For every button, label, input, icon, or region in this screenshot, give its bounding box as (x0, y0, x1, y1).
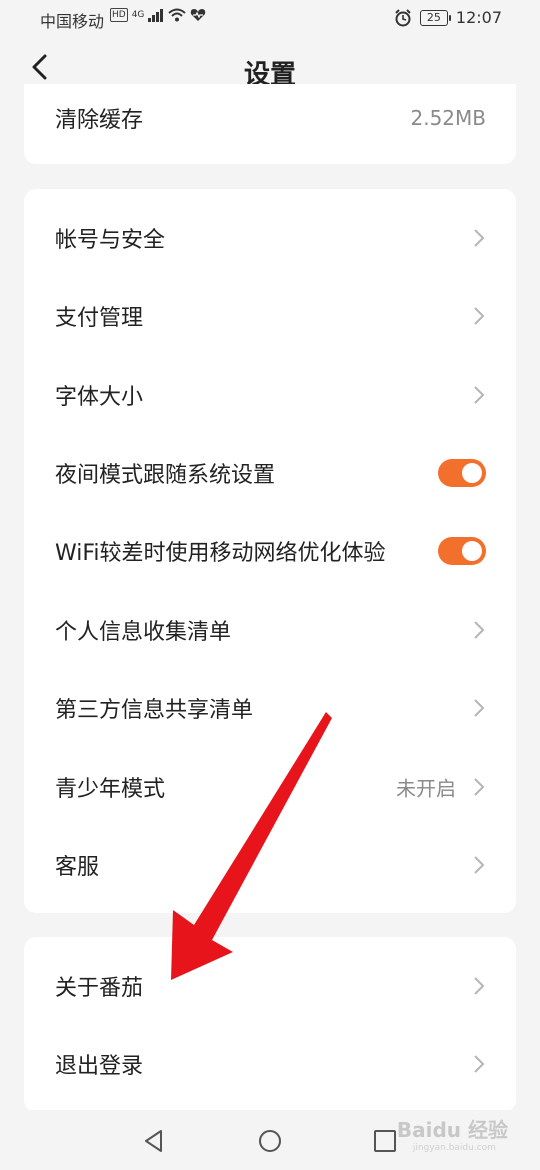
payment-management-row[interactable]: 支付管理 (24, 277, 516, 355)
watermark-sub: jingyan.baidu.com (412, 1143, 496, 1153)
back-triangle-icon[interactable] (141, 1128, 167, 1154)
font-size-row[interactable]: 字体大小 (24, 356, 516, 434)
row-label: 青少年模式 (55, 777, 166, 802)
row-label: 字体大小 (55, 385, 144, 410)
clear-cache-row[interactable]: 清除缓存 2.52MB (24, 84, 516, 152)
row-label: 支付管理 (55, 306, 144, 331)
chevron-right-icon (474, 386, 485, 404)
chevron-right-icon (474, 621, 485, 639)
night-mode-toggle[interactable] (438, 459, 486, 487)
status-bar: 中国移动 HD 4G 25 12:07 (0, 0, 540, 36)
network-type: 4G (131, 10, 145, 20)
carrier-name: 中国移动 (40, 12, 105, 31)
clear-cache-label: 清除缓存 (55, 108, 144, 133)
settings-card: 帐号与安全 支付管理 字体大小 夜间模式跟随系统设置 WiFi较差时使用移动网络… (24, 189, 516, 913)
chevron-right-icon (474, 856, 485, 874)
chevron-right-icon (474, 307, 485, 325)
row-label: 夜间模式跟随系统设置 (55, 463, 276, 488)
chevron-right-icon (474, 699, 485, 717)
row-label: 客服 (55, 855, 100, 880)
watermark-text: Baidu 经验 (396, 1118, 508, 1142)
account-security-row[interactable]: 帐号与安全 (24, 199, 516, 277)
wifi-icon (168, 8, 187, 22)
about-card: 关于番茄 退出登录 (24, 937, 516, 1112)
heart-rate-icon (191, 9, 206, 21)
home-circle-icon[interactable] (257, 1128, 283, 1154)
clock: 12:07 (455, 8, 502, 27)
chevron-right-icon (474, 1055, 485, 1073)
toggle-knob (462, 463, 482, 483)
toggle-knob (462, 541, 482, 561)
third-party-sharing-row[interactable]: 第三方信息共享清单 (24, 669, 516, 747)
chevron-right-icon (474, 778, 485, 796)
recents-square-icon[interactable] (372, 1128, 398, 1154)
personal-info-list-row[interactable]: 个人信息收集清单 (24, 591, 516, 669)
customer-service-row[interactable]: 客服 (24, 826, 516, 904)
wifi-optimize-toggle[interactable] (438, 537, 486, 565)
cache-card: 清除缓存 2.52MB (24, 84, 516, 164)
cache-size-value: 2.52MB (410, 106, 486, 130)
signal-icon (148, 9, 164, 22)
row-label: 个人信息收集清单 (55, 620, 232, 645)
signal-group: HD 4G (110, 8, 206, 22)
logout-row[interactable]: 退出登录 (24, 1025, 516, 1103)
chevron-right-icon (474, 229, 485, 247)
youth-mode-status: 未开启 (396, 776, 456, 801)
hd-badge: HD (110, 8, 128, 22)
row-label: 第三方信息共享清单 (55, 698, 254, 723)
wifi-optimize-row: WiFi较差时使用移动网络优化体验 (24, 512, 516, 590)
battery-icon: 25 (419, 9, 451, 26)
row-label: 帐号与安全 (55, 228, 166, 253)
chevron-right-icon (474, 977, 485, 995)
alarm-icon (395, 8, 411, 26)
row-label: 关于番茄 (55, 976, 144, 1001)
row-label: WiFi较差时使用移动网络优化体验 (55, 541, 386, 566)
night-mode-row: 夜间模式跟随系统设置 (24, 434, 516, 512)
row-label: 退出登录 (55, 1054, 144, 1079)
about-row[interactable]: 关于番茄 (24, 947, 516, 1025)
status-right: 25 12:07 (394, 8, 502, 27)
youth-mode-row[interactable]: 青少年模式 未开启 (24, 748, 516, 826)
baidu-watermark: Baidu 经验 jingyan.baidu.com (397, 1114, 508, 1153)
